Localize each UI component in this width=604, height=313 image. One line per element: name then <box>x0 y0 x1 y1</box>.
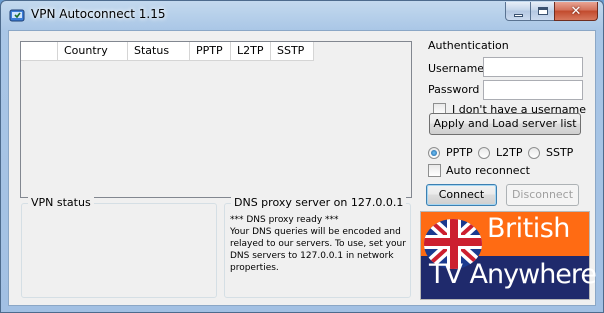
vpn-status-group: VPN status <box>21 196 217 298</box>
column-header-pptp[interactable]: PPTP <box>190 42 231 61</box>
dns-proxy-label: DNS proxy server on 127.0.0.1 <box>231 196 407 209</box>
server-list-header: Country Status PPTP L2TP SSTP <box>21 42 314 61</box>
username-input[interactable] <box>483 57 583 77</box>
password-input[interactable] <box>483 80 583 100</box>
banner-line2-text: TV Anywhere <box>429 259 597 290</box>
column-header-country[interactable]: Country <box>58 42 128 61</box>
minimize-icon <box>513 13 523 17</box>
maximize-icon <box>537 7 548 15</box>
column-header-status[interactable]: Status <box>128 42 190 61</box>
apply-load-server-list-button[interactable]: Apply and Load server list <box>429 113 581 135</box>
title-bar[interactable]: VPN Autoconnect 1.15 ✕ <box>1 1 603 29</box>
sstp-label[interactable]: SSTP <box>546 146 573 159</box>
maximize-button[interactable] <box>530 2 555 21</box>
shield-icon <box>9 9 25 22</box>
password-label: Password <box>428 83 480 96</box>
connect-button[interactable]: Connect <box>426 184 497 206</box>
close-button[interactable]: ✕ <box>554 2 598 21</box>
dns-proxy-group: DNS proxy server on 127.0.0.1 *** DNS pr… <box>224 196 411 298</box>
username-label: Username <box>428 62 485 75</box>
l2tp-radio[interactable] <box>478 147 490 159</box>
auto-reconnect-label[interactable]: Auto reconnect <box>446 164 530 177</box>
l2tp-label[interactable]: L2TP <box>496 146 522 159</box>
window-title: VPN Autoconnect 1.15 <box>31 7 166 21</box>
app-window: VPN Autoconnect 1.15 ✕ Country Status PP… <box>0 0 604 313</box>
disconnect-button[interactable]: Disconnect <box>506 184 579 206</box>
pptp-radio[interactable] <box>428 147 440 159</box>
banner-line1-text: British <box>487 213 570 244</box>
vpn-status-label: VPN status <box>28 196 94 209</box>
server-list[interactable]: Country Status PPTP L2TP SSTP <box>20 41 412 198</box>
column-header-sstp[interactable]: SSTP <box>271 42 314 61</box>
client-area: Country Status PPTP L2TP SSTP Authentica… <box>8 30 597 306</box>
dns-proxy-text: *** DNS proxy ready *** Your DNS queries… <box>230 215 406 273</box>
authentication-label: Authentication <box>428 39 509 52</box>
column-header-l2tp[interactable]: L2TP <box>231 42 271 61</box>
pptp-label[interactable]: PPTP <box>446 146 473 159</box>
close-icon: ✕ <box>570 3 582 19</box>
minimize-button[interactable] <box>505 2 531 21</box>
sstp-radio[interactable] <box>528 147 540 159</box>
auto-reconnect-checkbox[interactable] <box>428 164 441 177</box>
british-tv-anywhere-banner[interactable]: British TV Anywhere <box>420 211 597 300</box>
column-header-select[interactable] <box>21 42 58 61</box>
